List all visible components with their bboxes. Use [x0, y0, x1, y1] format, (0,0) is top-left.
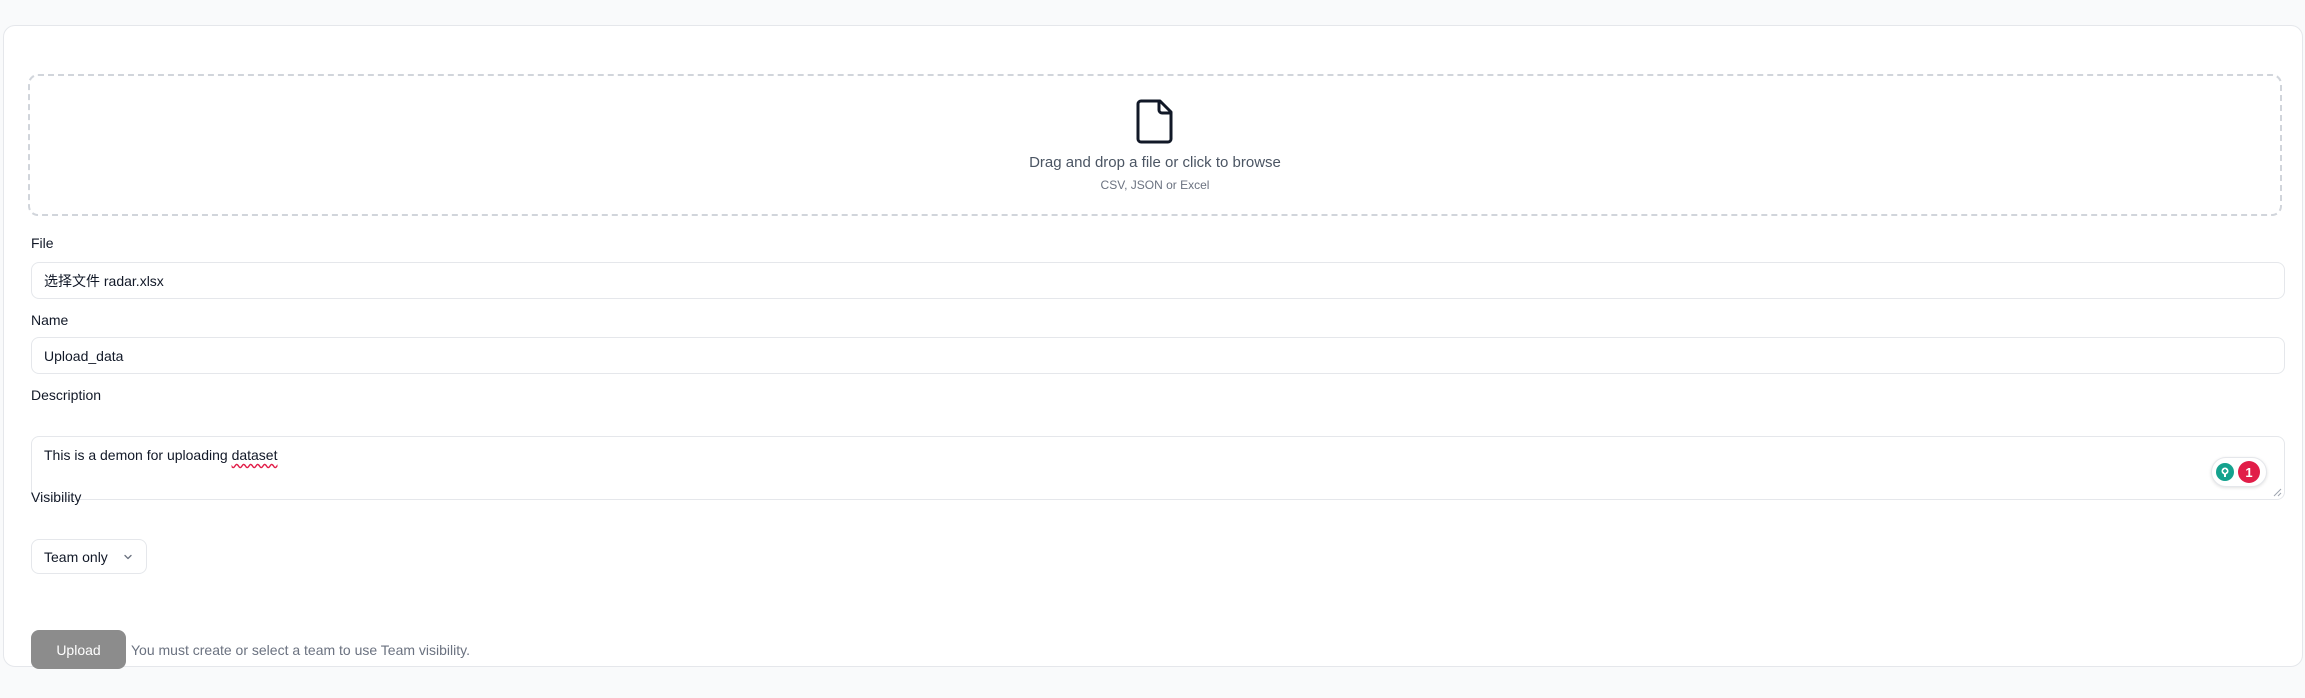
chevron-down-icon [124, 554, 132, 559]
grammar-assistant-widget[interactable]: 1 [2211, 457, 2267, 487]
file-dropzone[interactable]: Drag and drop a file or click to browse … [28, 74, 2282, 216]
file-input-value: 选择文件 radar.xlsx [44, 272, 164, 289]
resize-grip-icon[interactable] [2272, 487, 2282, 497]
description-label: Description [31, 387, 102, 403]
dropzone-title: Drag and drop a file or click to browse [1029, 154, 1281, 171]
name-input-value: Upload_data [44, 347, 124, 364]
upload-button[interactable]: Upload [31, 630, 126, 669]
dropzone-subtitle: CSV, JSON or Excel [1100, 178, 1210, 192]
suggestion-count-badge: 1 [2238, 461, 2260, 483]
file-icon [1136, 99, 1173, 144]
file-input[interactable]: 选择文件 radar.xlsx [31, 262, 2285, 299]
description-textarea[interactable]: This is a demon for uploading dataset [31, 436, 2285, 500]
description-flagged-word[interactable]: dataset [232, 447, 278, 463]
team-visibility-hint: You must create or select a team to use … [131, 642, 471, 658]
name-label: Name [31, 312, 69, 328]
file-label: File [31, 235, 54, 251]
description-text: This is a demon for uploading [44, 447, 232, 463]
visibility-select[interactable]: Team only [31, 539, 147, 574]
visibility-label: Visibility [31, 489, 82, 505]
name-input[interactable]: Upload_data [31, 337, 2285, 374]
visibility-selected-value: Team only [44, 548, 108, 565]
upload-card: Drag and drop a file or click to browse … [3, 25, 2303, 669]
grammar-assistant-icon [2216, 463, 2234, 481]
